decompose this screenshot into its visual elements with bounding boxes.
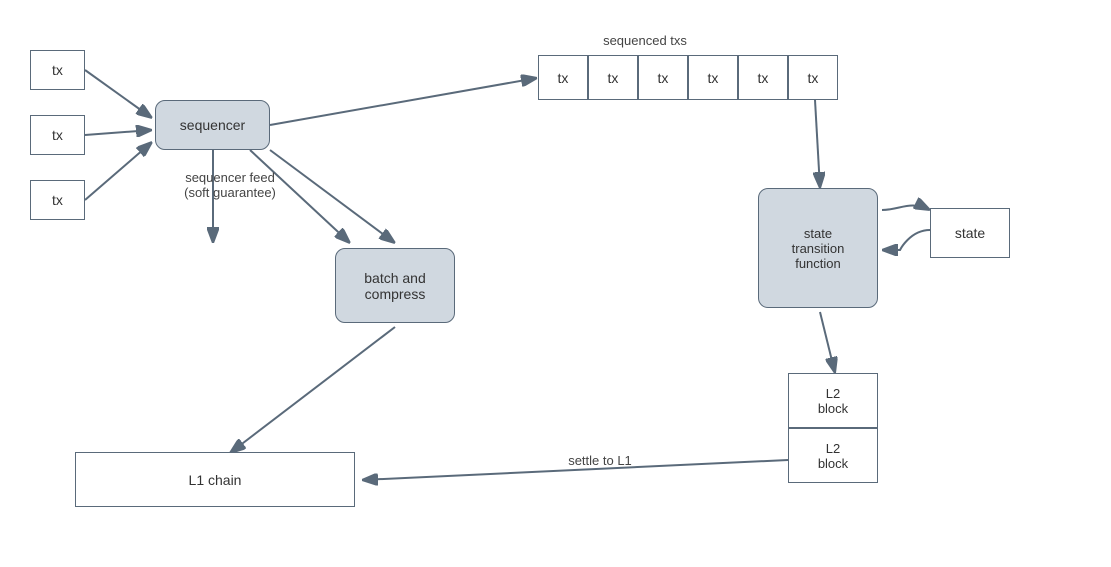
l2-block-2: L2 block	[788, 428, 878, 483]
batch-compress-box: batch and compress	[335, 248, 455, 323]
sequenced-txs-label: sequenced txs	[580, 33, 710, 48]
settle-to-l1-label: settle to L1	[540, 453, 660, 468]
state-transition-box: state transition function	[758, 188, 878, 308]
sequencer-feed-label: sequencer feed(soft guarantee)	[165, 170, 295, 200]
seq-tx-1: tx	[538, 55, 588, 100]
seq-tx-3: tx	[638, 55, 688, 100]
l1-chain-box: L1 chain	[75, 452, 355, 507]
seq-tx-4: tx	[688, 55, 738, 100]
seq-tx-5: tx	[738, 55, 788, 100]
tx-box-1: tx	[30, 50, 85, 90]
tx-box-2: tx	[30, 115, 85, 155]
sequencer-box: sequencer	[155, 100, 270, 150]
l2-block-1: L2 block	[788, 373, 878, 428]
architecture-diagram: tx tx tx sequencer sequencer feed(soft g…	[0, 0, 1111, 567]
tx-box-3: tx	[30, 180, 85, 220]
seq-tx-2: tx	[588, 55, 638, 100]
seq-tx-6: tx	[788, 55, 838, 100]
state-box: state	[930, 208, 1010, 258]
